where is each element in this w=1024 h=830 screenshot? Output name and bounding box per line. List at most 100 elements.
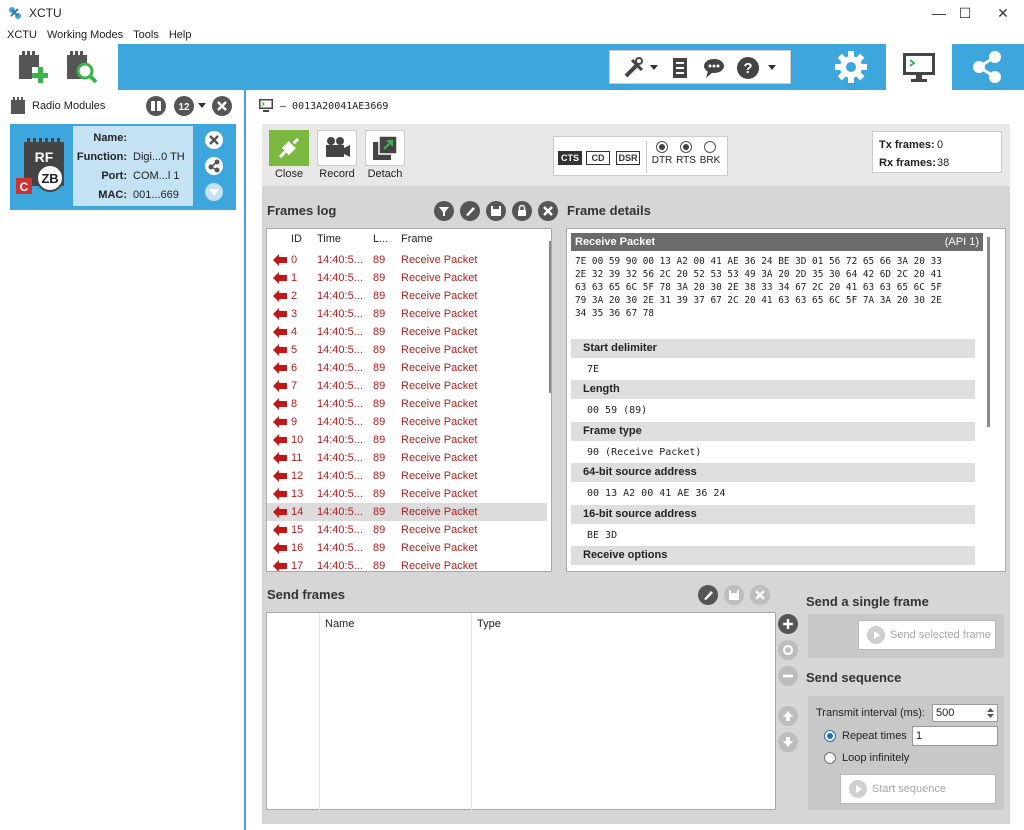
col-time[interactable]: Time (317, 233, 341, 245)
network-mode-tab[interactable] (954, 44, 1020, 90)
table-row[interactable]: 2 14:40:5... 89 Receive Packet (267, 287, 547, 305)
menu-xctu[interactable]: XCTU (7, 29, 37, 41)
repeat-times-input[interactable]: 1 (912, 726, 998, 746)
clear-send-frames-icon[interactable] (698, 585, 718, 605)
lock-scroll-icon[interactable] (512, 201, 532, 221)
clear-log-icon[interactable] (460, 201, 480, 221)
show-more-info-icon[interactable] (204, 182, 224, 202)
record-label: Record (319, 168, 355, 180)
frame-field-value: 00 59 (89) (587, 405, 648, 417)
tools-dropdown-chevron-icon[interactable] (650, 65, 658, 71)
start-sequence-button[interactable]: Start sequence (840, 774, 996, 804)
help-icon[interactable]: ? (736, 56, 760, 80)
table-row[interactable]: 8 14:40:5... 89 Receive Packet (267, 395, 547, 413)
window-title: XCTU (29, 6, 62, 20)
send-frames-list[interactable]: Name Type (266, 612, 776, 811)
frames-log-scrollbar[interactable] (549, 241, 551, 393)
interval-spinner-icon[interactable] (986, 706, 995, 720)
table-row[interactable]: 9 14:40:5... 89 Receive Packet (267, 413, 547, 431)
frame-length: 89 (373, 254, 386, 266)
sort-modules-icon[interactable]: 12 (174, 96, 194, 116)
loop-infinitely-radio[interactable] (824, 752, 836, 764)
send-selected-frame-button[interactable]: Send selected frame (858, 620, 996, 650)
maximize-button[interactable]: ☐ (946, 0, 984, 26)
frame-type: Receive Packet (401, 560, 478, 572)
sort-dropdown-chevron-icon[interactable] (198, 103, 206, 109)
menu-working-modes[interactable]: Working Modes (47, 29, 123, 41)
brk-radio[interactable] (704, 141, 716, 153)
remove-frame-icon[interactable] (778, 666, 798, 686)
filter-icon[interactable] (434, 201, 454, 221)
save-log-icon[interactable] (486, 201, 506, 221)
table-row[interactable]: 16 14:40:5... 89 Receive Packet (267, 539, 547, 557)
help-dropdown-chevron-icon[interactable] (768, 65, 776, 71)
record-camera-icon (317, 130, 357, 166)
table-row[interactable]: 13 14:40:5... 89 Receive Packet (267, 485, 547, 503)
table-row[interactable]: 14 14:40:5... 89 Receive Packet (267, 503, 547, 521)
detach-window-icon (365, 130, 405, 166)
feedback-icon[interactable] (702, 56, 726, 80)
close-connection-button[interactable]: Close (268, 130, 310, 182)
brk-toggle[interactable]: BRK (699, 141, 721, 166)
rts-toggle[interactable]: RTS (675, 141, 697, 166)
table-row[interactable]: 12 14:40:5... 89 Receive Packet (267, 467, 547, 485)
repeat-times-radio[interactable] (824, 730, 836, 742)
transmit-interval-label: Transmit interval (ms): (816, 707, 925, 719)
move-down-icon[interactable] (778, 732, 798, 752)
edit-frame-icon[interactable] (778, 640, 798, 660)
remove-send-frames-icon[interactable] (750, 585, 770, 605)
table-row[interactable]: 6 14:40:5... 89 Receive Packet (267, 359, 547, 377)
frame-details-scrollbar[interactable] (987, 237, 990, 427)
consoles-mode-tab[interactable] (886, 44, 952, 90)
rts-radio[interactable] (680, 141, 692, 153)
list-view-icon[interactable] (146, 96, 166, 116)
frame-type: Receive Packet (401, 488, 478, 500)
close-log-icon[interactable] (538, 201, 558, 221)
frame-type: Receive Packet (401, 542, 478, 554)
discover-modules-icon[interactable] (64, 49, 98, 85)
dtr-radio[interactable] (656, 141, 668, 153)
add-frame-icon[interactable] (778, 614, 798, 634)
remove-all-modules-icon[interactable] (212, 96, 232, 116)
table-row[interactable]: 1 14:40:5... 89 Receive Packet (267, 269, 547, 287)
console-tab-title: – 0013A20041AE3669 (258, 96, 388, 116)
table-row[interactable]: 0 14:40:5... 89 Receive Packet (267, 251, 547, 269)
table-row[interactable]: 17 14:40:5... 89 Receive Packet (267, 557, 547, 572)
frame-length: 89 (373, 362, 386, 374)
radio-module-card[interactable]: RF ZB C Name: Function: Digi...0 TH Port… (10, 124, 236, 210)
dtr-toggle[interactable]: DTR (651, 141, 673, 166)
table-row[interactable]: 5 14:40:5... 89 Receive Packet (267, 341, 547, 359)
menu-help[interactable]: Help (169, 29, 192, 41)
table-row[interactable]: 3 14:40:5... 89 Receive Packet (267, 305, 547, 323)
table-row[interactable]: 4 14:40:5... 89 Receive Packet (267, 323, 547, 341)
move-up-icon[interactable] (778, 706, 798, 726)
module-port-label: Port: (101, 170, 127, 182)
save-send-frames-icon[interactable] (724, 585, 744, 605)
remove-module-icon[interactable] (204, 130, 224, 150)
frame-length: 89 (373, 344, 386, 356)
col-frame[interactable]: Frame (401, 233, 433, 245)
frames-log-list[interactable]: ID Time L... Frame 0 14:40:5... 89 Receive … (266, 228, 552, 572)
close-window-button[interactable]: ✕ (984, 0, 1022, 26)
discover-radio-nodes-icon[interactable] (204, 156, 224, 176)
received-arrow-icon (273, 290, 287, 302)
frames-generator-icon[interactable] (668, 56, 692, 80)
frame-time: 14:40:5... (317, 272, 363, 284)
table-row[interactable]: 15 14:40:5... 89 Receive Packet (267, 521, 547, 539)
col-type[interactable]: Type (477, 618, 501, 630)
detach-button[interactable]: Detach (364, 130, 406, 182)
frame-time: 14:40:5... (317, 254, 363, 266)
rts-label: RTS (676, 155, 696, 166)
col-name[interactable]: Name (325, 618, 354, 630)
table-row[interactable]: 10 14:40:5... 89 Receive Packet (267, 431, 547, 449)
transmit-interval-input[interactable]: 500 (932, 704, 998, 722)
menu-tools[interactable]: Tools (133, 29, 159, 41)
configuration-mode-tab[interactable] (818, 44, 884, 90)
table-row[interactable]: 11 14:40:5... 89 Receive Packet (267, 449, 547, 467)
tools-icon[interactable] (622, 56, 646, 80)
col-length[interactable]: L... (373, 233, 388, 245)
add-module-icon[interactable] (16, 49, 50, 85)
table-row[interactable]: 7 14:40:5... 89 Receive Packet (267, 377, 547, 395)
col-id[interactable]: ID (291, 233, 302, 245)
record-button[interactable]: Record (316, 130, 358, 182)
